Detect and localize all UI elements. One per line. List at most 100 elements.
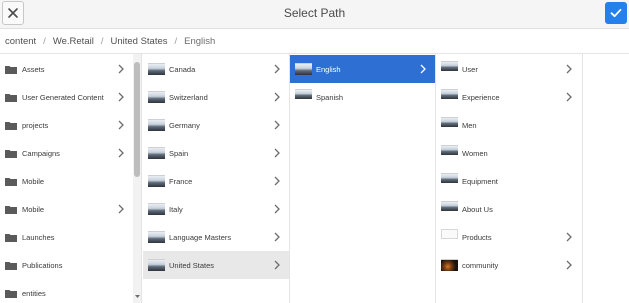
- page-thumbnail: [441, 259, 458, 271]
- list-item-label: France: [169, 177, 193, 186]
- folder-icon: [5, 178, 17, 186]
- list-item[interactable]: Products: [436, 223, 582, 251]
- breadcrumb-separator: /: [43, 35, 46, 47]
- confirm-button[interactable]: [605, 2, 627, 24]
- checkmark-icon: [610, 8, 622, 18]
- chevron-right-icon: [118, 92, 124, 102]
- list-item[interactable]: Campaigns: [0, 139, 133, 167]
- list-item-label: Switzerland: [169, 93, 208, 102]
- page-thumbnail: [148, 63, 165, 75]
- list-item[interactable]: Mobile: [0, 195, 133, 223]
- list-item-label: Italy: [169, 205, 183, 214]
- list-item-label: Germany: [169, 121, 200, 130]
- list-item[interactable]: About Us: [436, 195, 582, 223]
- page-thumbnail: [441, 117, 458, 127]
- page-thumbnail: [148, 203, 165, 215]
- page-thumbnail: [441, 145, 458, 155]
- chevron-right-icon: [566, 64, 572, 74]
- scrollbar[interactable]: [133, 54, 141, 303]
- page-thumbnail: [148, 231, 165, 243]
- list-item-label: Assets: [22, 65, 45, 74]
- list-item-label: projects: [22, 121, 49, 130]
- chevron-right-icon: [274, 204, 280, 214]
- scrollbar-thumb[interactable]: [134, 62, 140, 177]
- page-thumbnail: [148, 119, 165, 131]
- list-item-label: Launches: [22, 233, 55, 242]
- chevron-right-icon: [274, 64, 280, 74]
- column-root: Assets User Generated Content projects C…: [0, 54, 142, 303]
- page-thumbnail: [441, 173, 458, 183]
- list-item-label: United States: [169, 261, 215, 270]
- list-item[interactable]: Spain: [143, 139, 289, 167]
- list-item[interactable]: Launches: [0, 223, 133, 251]
- chevron-right-icon: [118, 204, 124, 214]
- list-item-label: entities: [22, 289, 46, 298]
- chevron-right-icon: [274, 120, 280, 130]
- page-thumbnail: [148, 147, 165, 159]
- list-item[interactable]: Canada: [143, 55, 289, 83]
- list-item-label: Men: [462, 121, 477, 130]
- list-item[interactable]: Switzerland: [143, 83, 289, 111]
- list-item[interactable]: User: [436, 55, 582, 83]
- list-item[interactable]: Experience: [436, 83, 582, 111]
- list-item[interactable]: Germany: [143, 111, 289, 139]
- list-item-active[interactable]: English: [290, 55, 435, 83]
- dialog-header: Select Path: [0, 0, 629, 29]
- folder-icon: [5, 94, 17, 102]
- column-english: User Experience Men Women Equipment Abou…: [436, 54, 583, 303]
- list-item-label: Products: [462, 233, 492, 242]
- list-item-label: About Us: [462, 205, 493, 214]
- folder-icon: [5, 122, 17, 130]
- list-item-label: Women: [462, 149, 488, 158]
- column-united-states: English Spanish: [290, 54, 436, 303]
- chevron-right-icon: [566, 260, 572, 270]
- chevron-right-icon: [420, 64, 426, 74]
- list-item-selected[interactable]: United States: [143, 251, 289, 279]
- breadcrumb-separator: /: [174, 35, 178, 47]
- chevron-right-icon: [274, 260, 280, 270]
- list-item-label: User: [462, 65, 478, 74]
- folder-icon: [5, 290, 17, 298]
- list-item[interactable]: Equipment: [436, 167, 582, 195]
- breadcrumb-separator: /: [100, 35, 104, 47]
- list-item-label: Mobile: [22, 177, 45, 186]
- list-item[interactable]: projects: [0, 111, 133, 139]
- list-item-label: Campaigns: [22, 149, 60, 158]
- page-thumbnail: [148, 175, 165, 187]
- list-item[interactable]: Italy: [143, 195, 289, 223]
- column-we-retail: Canada Switzerland Germany Spain France …: [143, 54, 290, 303]
- list-item[interactable]: Assets: [0, 55, 133, 83]
- chevron-right-icon: [118, 64, 124, 74]
- page-thumbnail: [441, 61, 458, 71]
- list-item[interactable]: User Generated Content: [0, 83, 133, 111]
- chevron-right-icon: [274, 232, 280, 242]
- list-item-label: Spanish: [316, 93, 344, 102]
- list-item[interactable]: Spanish: [290, 83, 435, 111]
- list-item-label: English: [316, 65, 341, 74]
- breadcrumb-item-we-retail[interactable]: We.Retail: [53, 36, 94, 47]
- chevron-right-icon: [118, 148, 124, 158]
- breadcrumb-item-content[interactable]: content: [5, 36, 36, 47]
- page-thumbnail: [441, 89, 458, 99]
- scroll-down-arrow-icon[interactable]: [135, 294, 140, 299]
- list-item[interactable]: community: [436, 251, 582, 279]
- folder-icon: [5, 262, 17, 270]
- list-item[interactable]: Women: [436, 139, 582, 167]
- list-item[interactable]: Publications: [0, 251, 133, 279]
- list-item[interactable]: France: [143, 167, 289, 195]
- chevron-right-icon: [118, 120, 124, 130]
- breadcrumb-item-united-states[interactable]: United States: [110, 36, 167, 47]
- page-thumbnail: [295, 89, 312, 99]
- list-item[interactable]: Men: [436, 111, 582, 139]
- list-item[interactable]: Mobile: [0, 167, 133, 195]
- page-thumbnail: [441, 201, 458, 211]
- page-thumbnail: [441, 229, 458, 239]
- chevron-right-icon: [274, 176, 280, 186]
- list-item-label: Equipment: [462, 177, 498, 186]
- folder-icon: [5, 150, 17, 158]
- chevron-right-icon: [566, 232, 572, 242]
- list-item[interactable]: Language Masters: [143, 223, 289, 251]
- breadcrumb-item-english: English: [184, 35, 216, 47]
- chevron-right-icon: [274, 92, 280, 102]
- list-item[interactable]: entities: [0, 279, 133, 303]
